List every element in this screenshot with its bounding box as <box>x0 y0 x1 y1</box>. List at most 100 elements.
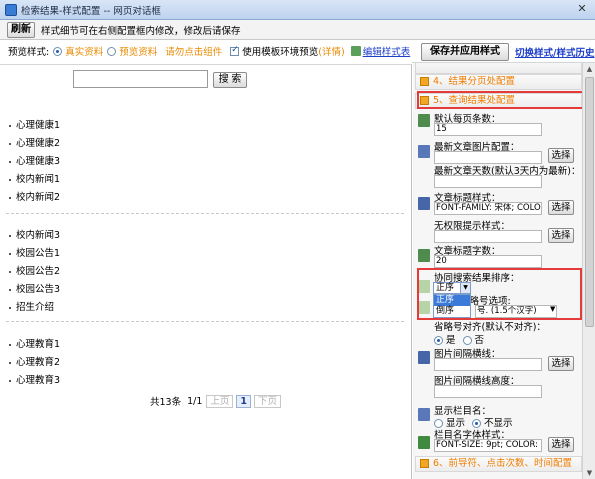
list-item[interactable]: 校园公告1 <box>9 245 60 259</box>
select-button[interactable]: 选择 <box>548 228 574 243</box>
search-button[interactable]: 搜 索 <box>213 72 247 88</box>
section-icon <box>420 77 429 86</box>
pager-page: 1/1 <box>187 395 203 407</box>
real-data-label[interactable]: 真实资料 <box>65 44 103 58</box>
dashed-divider <box>6 213 404 214</box>
list-item-title[interactable]: 心理健康1 <box>16 120 60 131</box>
sort-selected-value: 正序 <box>436 283 455 293</box>
sort-options-list: 正序 倒序 <box>433 294 471 318</box>
real-data-radio[interactable] <box>53 46 63 56</box>
title-style-input[interactable]: FONT-FAMILY: 宋体; COLOR <box>434 202 542 215</box>
list-item-title[interactable]: 校内新闻2 <box>16 192 60 203</box>
list-item-title[interactable]: 校园公告3 <box>16 284 60 295</box>
page-count-input[interactable]: 15 <box>434 123 542 136</box>
list-item-title[interactable]: 心理健康3 <box>16 156 60 167</box>
bullet-icon <box>9 379 11 382</box>
current-page-button[interactable]: 1 <box>236 394 252 408</box>
browser-icon <box>5 3 17 16</box>
list-item[interactable]: 心理教育1 <box>9 336 60 350</box>
preview-style-label: 预览样式: <box>8 47 50 58</box>
section-title[interactable]: 4、结果分页处配置 <box>433 76 515 87</box>
preview-pane: 搜 索 心理健康1 心理健康2 心理健康3 校内新闻1 校内新闻2 校内新闻3 … <box>0 65 412 479</box>
column-font-input[interactable]: FONT-SIZE: 9pt; COLOR: # <box>434 439 542 452</box>
list-item-title[interactable]: 心理健康2 <box>16 138 60 149</box>
radio-label: 是 <box>446 335 456 346</box>
no-permission-input[interactable] <box>434 230 542 243</box>
list-item[interactable]: 校园公告3 <box>9 281 60 295</box>
align-no-radio[interactable] <box>462 336 472 345</box>
new-days-input[interactable] <box>434 175 542 188</box>
ellipsis-align-radios: 是 否 <box>434 332 484 346</box>
edit-icon <box>418 249 430 262</box>
list-item[interactable]: 心理教育3 <box>9 372 60 386</box>
section-header-leader[interactable]: 6、前导符、点击次数、时间配置 <box>415 456 582 472</box>
bullet-icon <box>9 343 11 346</box>
list-item[interactable]: 心理健康2 <box>9 135 60 149</box>
edit-style-link[interactable]: 编辑样式表 <box>363 44 411 58</box>
list-item[interactable]: 心理健康3 <box>9 153 60 167</box>
list-item-title[interactable]: 校园公告2 <box>16 266 60 277</box>
panel-scrollbar[interactable]: ▲ ▼ <box>582 63 595 479</box>
select-button[interactable]: 选择 <box>548 356 574 371</box>
preview-data-radio[interactable] <box>107 46 117 56</box>
select-button[interactable]: 选择 <box>548 437 574 452</box>
list-item-title[interactable]: 心理教育3 <box>16 375 60 386</box>
align-yes-radio[interactable] <box>434 336 443 345</box>
edit-icon <box>350 46 361 56</box>
bullet-icon <box>9 234 11 237</box>
chevron-down-icon[interactable]: ▼ <box>460 283 470 293</box>
list-item[interactable]: 校园公告2 <box>9 263 60 277</box>
window-titlebar: 检索结果-样式配置 -- 网页对话框 ✕ <box>0 0 595 20</box>
bullet-icon <box>9 142 11 145</box>
scroll-up-icon[interactable]: ▲ <box>584 64 595 74</box>
scrollbar-thumb[interactable] <box>585 77 594 327</box>
title-chars-input[interactable]: 20 <box>434 255 542 268</box>
list-item[interactable]: 心理健康1 <box>9 117 60 131</box>
details-link[interactable]: (详情) <box>318 44 344 58</box>
list-item-title[interactable]: 校内新闻3 <box>16 230 60 241</box>
pager-summary: 共13条 <box>150 397 182 408</box>
next-page-button[interactable]: 下页 <box>254 394 282 408</box>
list-item[interactable]: 校内新闻1 <box>9 171 60 185</box>
section-header-hidden[interactable] <box>415 63 582 74</box>
list-item-title[interactable]: 校内新闻1 <box>16 174 60 185</box>
list-item-title[interactable]: 心理教育1 <box>16 339 60 350</box>
bullet-icon <box>9 196 11 199</box>
bullet-icon <box>9 306 11 309</box>
highlight-box-section <box>417 91 585 109</box>
sort-select[interactable]: 正序 ▼ <box>433 282 471 294</box>
prev-page-button[interactable]: 上页 <box>206 394 234 408</box>
select-button[interactable]: 选择 <box>548 200 574 215</box>
env-preview-checkbox[interactable] <box>230 45 240 56</box>
sort-option[interactable]: 倒序 <box>434 306 470 317</box>
list-item-title[interactable]: 心理教育2 <box>16 357 60 368</box>
list-item[interactable]: 心理教育2 <box>9 354 60 368</box>
image-icon <box>418 351 430 364</box>
list-item[interactable]: 校内新闻3 <box>9 227 60 241</box>
bullet-icon <box>9 270 11 273</box>
close-icon[interactable]: ✕ <box>575 3 589 16</box>
list-item-title[interactable]: 校园公告1 <box>16 248 60 259</box>
radio-label: 否 <box>474 335 485 346</box>
sort-option[interactable]: 正序 <box>434 295 470 306</box>
list-item-title[interactable]: 招生介绍 <box>16 302 54 313</box>
list-item[interactable]: 校内新闻2 <box>9 189 60 203</box>
bullet-icon <box>9 361 11 364</box>
hint-text: 样式细节可在右侧配置框内修改，修改后请保存 <box>41 25 241 37</box>
divider-height-input[interactable] <box>434 385 542 398</box>
switch-style-link[interactable]: 切换样式/样式历史 <box>515 45 594 59</box>
style-toolbar: 保存并应用样式 切换样式/样式历史 <box>412 41 595 63</box>
env-preview-label: 使用模板环境预览 <box>242 47 319 58</box>
section-icon <box>420 459 429 468</box>
section-title[interactable]: 6、前导符、点击次数、时间配置 <box>433 458 572 469</box>
save-apply-button[interactable]: 保存并应用样式 <box>421 42 509 61</box>
divider-input[interactable] <box>434 358 542 371</box>
image-icon <box>418 145 430 158</box>
preview-data-label[interactable]: 预览资料 <box>119 44 157 58</box>
section-header-pagination[interactable]: 4、结果分页处配置 <box>415 74 582 90</box>
search-input[interactable] <box>73 70 208 88</box>
refresh-button[interactable]: 刷新 <box>7 21 35 38</box>
select-button[interactable]: 选择 <box>548 148 574 163</box>
scroll-down-icon[interactable]: ▼ <box>584 468 595 478</box>
list-item[interactable]: 招生介绍 <box>9 299 54 313</box>
